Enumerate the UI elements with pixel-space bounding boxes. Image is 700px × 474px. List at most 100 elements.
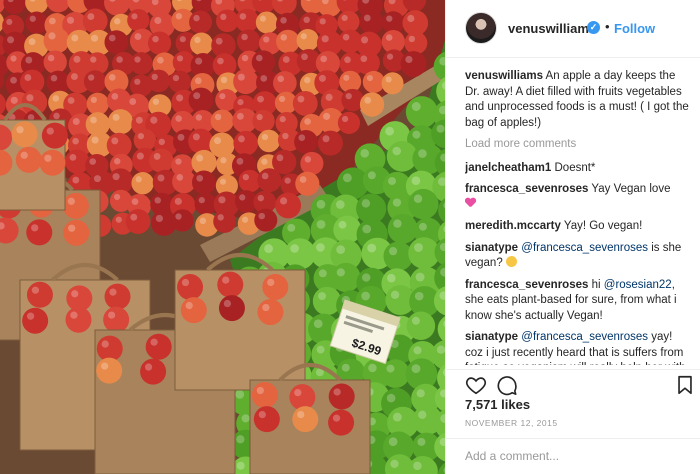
red-apple-shine — [261, 133, 269, 141]
red-apple-shine — [298, 134, 306, 142]
avatar[interactable] — [465, 12, 497, 44]
red-apple-shine — [71, 34, 79, 42]
bag-apple-shine — [181, 278, 190, 287]
comment-username[interactable]: sianatype — [465, 242, 518, 254]
red-apple-shine — [220, 13, 227, 21]
red-apple-shine — [116, 56, 123, 63]
red-apple-shine — [280, 34, 288, 41]
green-apple — [383, 241, 413, 272]
bag-apple — [62, 192, 89, 219]
red-apple-shine — [73, 55, 81, 63]
red-apple-shine — [72, 118, 80, 126]
red-apple-shine — [199, 217, 207, 225]
red-apple-shine — [10, 76, 17, 84]
follow-button[interactable]: Follow — [614, 21, 655, 36]
verified-badge-icon: ✓ — [587, 21, 600, 34]
green-apple — [406, 311, 436, 340]
red-apple-shine — [90, 116, 97, 124]
comment-username[interactable]: janelcheatham1 — [465, 162, 551, 174]
bag-apple-shine — [68, 224, 76, 232]
add-comment-input[interactable] — [465, 449, 685, 463]
bag-apple-shine — [258, 410, 266, 419]
green-apple-shine — [316, 243, 325, 252]
red-apple-shine — [236, 112, 244, 120]
bag-apple-shine — [44, 154, 52, 162]
red-apple-shine — [135, 116, 143, 124]
red-apple — [233, 130, 259, 156]
green-apple-shine — [236, 461, 245, 470]
red-apple-shine — [385, 34, 393, 41]
red-apple-shine — [134, 56, 141, 63]
red-apple-shine — [154, 16, 162, 25]
red-apple-shine — [321, 35, 329, 43]
comment-mention[interactable]: @francesca_sevenroses — [521, 331, 648, 343]
green-apple-shine — [386, 393, 396, 403]
bag-apple-shine — [333, 388, 341, 396]
green-apple-shine — [390, 290, 400, 299]
red-apple — [46, 70, 70, 94]
red-apple-shine — [278, 95, 286, 103]
bag-apple-shine — [71, 290, 79, 298]
red-apple-shine — [217, 214, 224, 221]
red-apple-shine — [152, 35, 159, 43]
red-apple-shine — [158, 138, 166, 146]
post-photo[interactable]: $2.99 — [0, 0, 445, 474]
red-apple-shine — [25, 56, 33, 64]
comment-username[interactable]: francesca_sevenroses — [465, 183, 588, 195]
bag-apple-shine — [101, 362, 109, 370]
green-apple-shine — [360, 149, 370, 158]
comment-username[interactable]: francesca_sevenroses — [465, 279, 588, 291]
green-apple-shine — [336, 245, 345, 254]
red-apple-shine — [236, 157, 244, 165]
red-apple-shine — [172, 74, 180, 82]
green-apple-shine — [411, 102, 421, 111]
author-username[interactable]: venuswilliams — [508, 21, 596, 36]
red-apple-shine — [263, 36, 270, 43]
comment-username[interactable]: meredith.mccarty — [465, 220, 561, 232]
comment-bubble-icon[interactable] — [496, 374, 518, 396]
red-apple-shine — [175, 13, 183, 20]
bag-apple-shine — [332, 414, 341, 422]
heart-outline-icon[interactable] — [465, 374, 487, 396]
comment-item: meredith.mccarty Yay! Go vegan! — [465, 219, 691, 235]
bag-apple — [96, 357, 123, 384]
comment-item: janelcheatham1 Doesnt* — [465, 161, 691, 177]
green-apple-shine — [287, 223, 296, 232]
green-apple-shine — [413, 461, 422, 471]
bag-apple — [292, 406, 319, 433]
red-apple — [275, 192, 302, 219]
red-apple-shine — [195, 114, 203, 121]
likes-count[interactable]: 7,571 likes — [465, 397, 530, 412]
bag-apple — [145, 333, 172, 360]
bookmark-icon[interactable] — [674, 374, 696, 396]
red-apple-shine — [322, 112, 331, 120]
red-apple — [294, 130, 318, 154]
green-apple — [408, 188, 439, 220]
post-date[interactable]: NOVEMBER 12, 2015 — [465, 418, 558, 428]
bag-apple — [26, 219, 53, 246]
red-apple-shine — [366, 74, 374, 82]
red-apple-shine — [91, 136, 99, 144]
red-apple-shine — [48, 32, 56, 40]
caption-username[interactable]: venuswilliams — [465, 70, 543, 82]
green-apple-shine — [388, 177, 396, 186]
green-apple-shine — [413, 346, 422, 355]
comment-item: sianatype @francesca_sevenroses is she v… — [465, 241, 691, 272]
comment-mention[interactable]: @francesca_sevenroses — [521, 242, 648, 254]
green-apple — [331, 262, 361, 293]
red-apple-shine — [214, 137, 222, 145]
red-apple — [381, 72, 404, 95]
comment-mention[interactable]: @rosesian22 — [604, 279, 672, 291]
red-apple-shine — [134, 78, 141, 85]
red-apple-shine — [386, 53, 394, 60]
red-apple-shine — [196, 174, 204, 182]
load-more-comments-button[interactable]: Load more comments — [465, 137, 691, 153]
comment-username[interactable]: sianatype — [465, 331, 518, 343]
bag-apple-shine — [262, 303, 270, 312]
red-apple-shine — [135, 176, 142, 183]
red-apple — [255, 11, 278, 34]
green-apple — [333, 215, 362, 244]
red-apple-shine — [113, 193, 121, 201]
bag-apple — [41, 122, 68, 149]
smile-icon — [505, 256, 517, 267]
